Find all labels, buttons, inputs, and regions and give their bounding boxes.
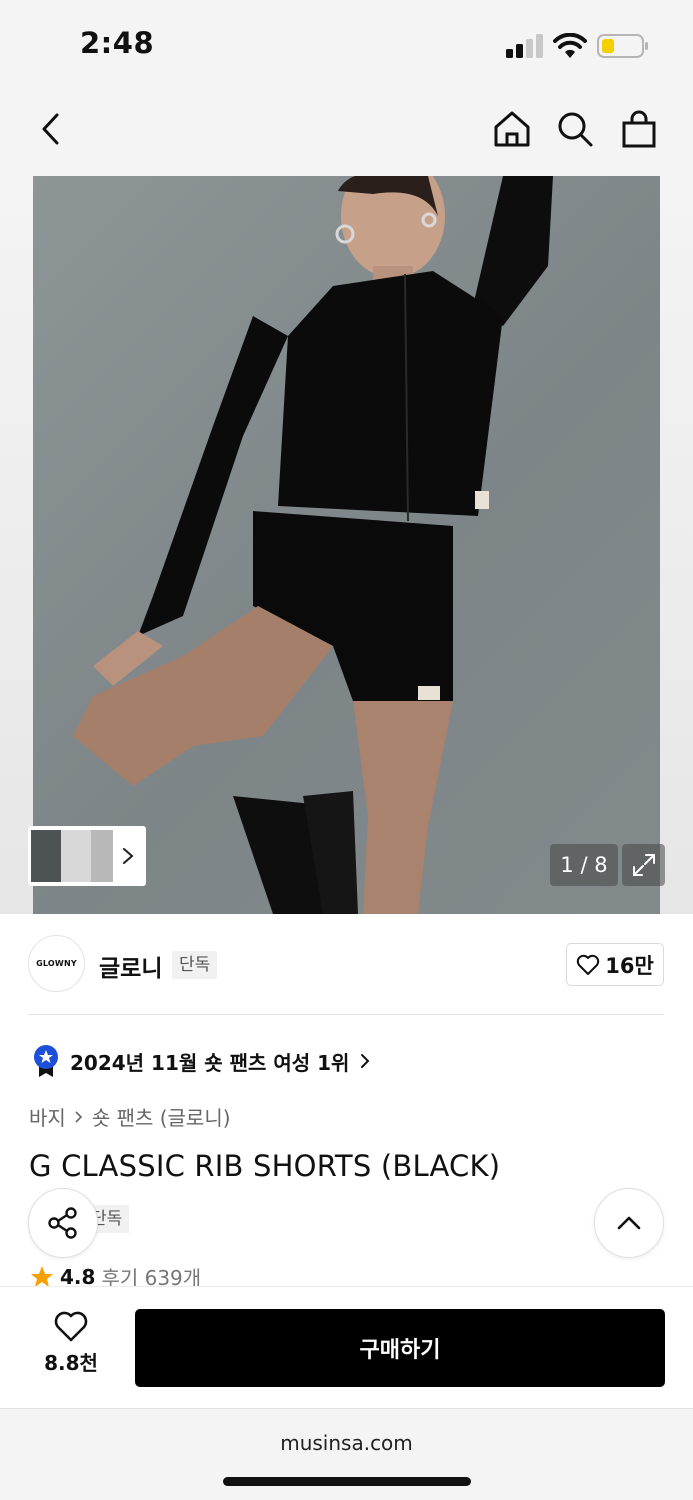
scroll-top-button[interactable] xyxy=(594,1188,664,1258)
expand-button[interactable] xyxy=(622,844,665,886)
share-button[interactable] xyxy=(28,1188,98,1258)
rating-value: 4.8 xyxy=(60,1264,96,1289)
home-button[interactable] xyxy=(488,105,536,153)
buy-button[interactable]: 구매하기 xyxy=(135,1309,665,1387)
chevron-right-icon xyxy=(361,1054,370,1068)
cellular-signal-icon xyxy=(506,34,543,58)
thumbnail[interactable] xyxy=(91,830,113,882)
share-icon xyxy=(48,1207,77,1239)
breadcrumb-category[interactable]: 바지 xyxy=(29,1102,66,1131)
page-counter: 1 / 8 xyxy=(550,844,618,886)
star-icon xyxy=(31,1265,53,1287)
wishlist-count: 8.8천 xyxy=(44,1351,98,1375)
breadcrumb-subcategory[interactable]: 숏 팬츠 (글로니) xyxy=(92,1102,231,1131)
product-photo[interactable] xyxy=(33,176,660,914)
status-bar: 2:48 xyxy=(0,0,693,92)
divider xyxy=(28,1014,664,1015)
url-text[interactable]: musinsa.com xyxy=(0,1431,693,1455)
thumbnail[interactable] xyxy=(31,830,61,882)
brand-name[interactable]: 글로니 xyxy=(99,949,162,983)
expand-icon xyxy=(632,854,655,876)
status-time: 2:48 xyxy=(80,26,155,60)
back-button[interactable] xyxy=(26,105,74,153)
breadcrumb: 바지 숏 팬츠 (글로니) xyxy=(29,1102,231,1131)
chevron-left-icon xyxy=(42,113,59,145)
home-indicator[interactable] xyxy=(223,1477,471,1486)
battery-icon xyxy=(597,34,648,58)
ranking-text: 2024년 11월 숏 팬츠 여성 1위 xyxy=(70,1050,350,1075)
heart-icon xyxy=(54,1311,88,1342)
search-icon xyxy=(558,112,593,147)
chevron-up-icon xyxy=(617,1216,641,1230)
thumbnail-strip[interactable] xyxy=(28,826,146,886)
brand-logo[interactable]: GLOWNY xyxy=(28,935,85,992)
thumbnail[interactable] xyxy=(61,830,91,882)
home-icon xyxy=(494,111,530,147)
chevron-right-icon[interactable] xyxy=(121,846,135,866)
ranking-banner[interactable]: 2024년 11월 숏 팬츠 여성 1위 xyxy=(32,1044,371,1078)
brand-like-button[interactable]: 16만 xyxy=(566,943,664,986)
model-illustration xyxy=(73,176,553,914)
heart-icon xyxy=(577,954,600,975)
product-gallery[interactable]: 1 / 8 xyxy=(0,176,693,914)
top-nav xyxy=(0,92,693,176)
brand-row: GLOWNY 글로니 단독 16만 xyxy=(28,935,664,995)
brand-like-count: 16만 xyxy=(605,953,654,978)
wifi-icon xyxy=(553,33,587,58)
search-button[interactable] xyxy=(551,105,599,153)
bottom-action-bar: 8.8천 구매하기 xyxy=(0,1286,693,1408)
product-title: G CLASSIC RIB SHORTS (BLACK) xyxy=(29,1149,501,1183)
browser-url-bar: musinsa.com xyxy=(0,1408,693,1500)
exclusive-badge: 단독 xyxy=(172,951,218,979)
chevron-right-icon xyxy=(75,1110,82,1123)
shopping-bag-icon xyxy=(622,110,656,148)
wishlist-button[interactable]: 8.8천 xyxy=(36,1311,106,1376)
ranking-medal-icon xyxy=(34,1045,58,1077)
cart-button[interactable] xyxy=(615,105,663,153)
